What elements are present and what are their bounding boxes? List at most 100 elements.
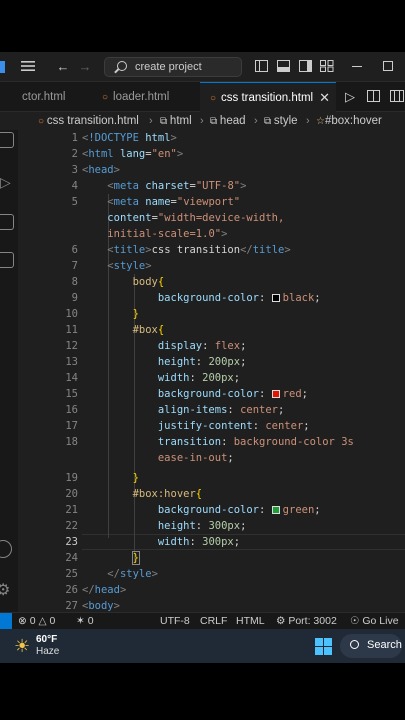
encoding-status[interactable]: UTF-8 <box>160 613 190 630</box>
code-line: <html lang="en"> <box>82 148 184 160</box>
code-line: #box:hover{ <box>132 488 203 500</box>
code-line: width: 200px; <box>157 372 241 384</box>
code-line: <body> <box>82 600 120 612</box>
color-swatch-green[interactable] <box>271 506 280 514</box>
code-line: <title>css transition</title> <box>107 244 291 256</box>
line-number: 19 <box>65 472 78 484</box>
search-label: create project <box>135 61 202 73</box>
search-icon <box>350 640 359 649</box>
code-line: background-color: red; <box>157 388 308 400</box>
remote-explorer-icon[interactable] <box>0 214 14 230</box>
minimize-icon[interactable] <box>350 60 364 73</box>
line-number: 6 <box>71 244 78 256</box>
code-line: } <box>132 308 139 320</box>
code-line: <style> <box>107 260 152 272</box>
activity-bar: ▷ ⚙ <box>0 130 18 612</box>
tab-label: ctor.html <box>22 91 66 103</box>
line-number: 4 <box>71 180 78 192</box>
code-line: initial-scale=1.0"> <box>107 228 228 240</box>
line-number: 22 <box>65 520 78 532</box>
forward-arrow-icon[interactable]: → <box>78 60 92 73</box>
code-line: #box{ <box>132 324 165 336</box>
vscode-logo-icon <box>0 61 5 73</box>
code-line: content="width=device-width, <box>107 212 285 224</box>
breadcrumb-style[interactable]: ⧉ style <box>264 112 298 130</box>
code-line: justify-content: center; <box>157 420 310 432</box>
code-line: </style> <box>107 568 158 580</box>
port-status[interactable]: ⚙ Port: 3002 <box>276 613 337 630</box>
chevron-right-icon: › <box>254 115 258 127</box>
temperature-label: 60°F <box>36 634 58 645</box>
color-swatch-red[interactable] <box>271 390 280 398</box>
line-number: 17 <box>65 420 78 432</box>
chevron-right-icon: › <box>149 115 153 127</box>
go-live-button[interactable]: ☉ Go Live <box>350 613 399 630</box>
toggle-secondary-sidebar-icon[interactable] <box>298 60 312 73</box>
code-line: <!DOCTYPE html> <box>82 132 177 144</box>
line-number: 5 <box>71 196 78 208</box>
settings-gear-icon[interactable]: ⚙ <box>0 580 10 600</box>
split-editor-icon[interactable] <box>366 90 380 103</box>
toggle-panel-icon[interactable] <box>276 60 290 73</box>
windows-start-icon[interactable] <box>315 638 332 655</box>
menu-icon[interactable] <box>21 60 35 73</box>
account-icon[interactable] <box>0 540 12 558</box>
taskbar-search-button[interactable]: Search <box>340 634 402 658</box>
toggle-primary-sidebar-icon[interactable] <box>254 60 268 73</box>
tab-label: css transition.html <box>221 92 314 104</box>
html-file-icon: ○ <box>210 93 217 104</box>
ports-indicator[interactable]: ✶ 0 <box>76 613 94 630</box>
maximize-icon[interactable] <box>381 60 395 73</box>
code-editor[interactable]: 1 2 3 4 5 6 7 8 9 10 11 12 13 14 15 16 1… <box>18 130 405 612</box>
broadcast-icon: ☉ <box>350 615 360 627</box>
command-center-search[interactable]: create project <box>104 57 242 77</box>
taskbar-search-label: Search <box>367 639 402 651</box>
weather-widget[interactable]: ☀ 60°F Haze <box>12 633 92 659</box>
language-status[interactable]: HTML <box>236 613 265 630</box>
color-swatch-black[interactable] <box>271 294 280 302</box>
remote-indicator[interactable] <box>0 613 12 630</box>
line-number: 13 <box>65 356 78 368</box>
breadcrumb-file[interactable]: ○ css transition.html <box>38 112 139 130</box>
back-arrow-icon[interactable]: ← <box>56 60 70 73</box>
line-number: 21 <box>65 504 78 516</box>
antenna-icon: ✶ <box>76 615 85 627</box>
code-line: } <box>131 551 140 565</box>
line-number: 14 <box>65 372 78 384</box>
line-number: 24 <box>65 552 78 564</box>
line-number: 27 <box>65 600 78 612</box>
breadcrumb-html[interactable]: ⧉ html <box>160 112 192 130</box>
run-debug-icon[interactable]: ▷ <box>0 174 11 191</box>
breadcrumb-head[interactable]: ⧉ head <box>210 112 246 130</box>
extensions-icon[interactable] <box>0 252 14 268</box>
line-number: 11 <box>65 324 78 336</box>
code-line: body{ <box>132 276 165 288</box>
chevron-right-icon: › <box>306 115 310 127</box>
customize-layout-icon[interactable] <box>320 60 334 73</box>
code-line: height: 300px; <box>157 520 247 532</box>
line-number: 8 <box>71 276 78 288</box>
line-number: 10 <box>65 308 78 320</box>
status-bar: ⊗ 0 △ 0 ✶ 0 UTF-8 CRLF HTML ⚙ Port: 3002… <box>0 612 405 630</box>
chevron-right-icon: › <box>200 115 204 127</box>
code-line: ease-in-out; <box>157 452 234 464</box>
breadcrumb: ○ css transition.html › ⧉ html › ⧉ head … <box>0 112 405 130</box>
code-line: transition: background-color 3s <box>157 436 354 448</box>
line-number: 3 <box>71 164 78 176</box>
eol-status[interactable]: CRLF <box>200 613 227 630</box>
code-line: <head> <box>82 164 120 176</box>
tab-ctor-html[interactable]: ctor.html <box>22 82 102 112</box>
tab-loader-html[interactable]: ○ loader.html <box>102 82 200 112</box>
line-number: 7 <box>71 260 78 272</box>
element-icon: ⧉ <box>210 116 220 127</box>
more-actions-icon[interactable] <box>390 90 404 103</box>
line-number-current: 23 <box>65 536 78 548</box>
code-line: </head> <box>82 584 127 596</box>
run-icon[interactable]: ▷ <box>343 90 357 103</box>
code-line: height: 200px; <box>157 356 247 368</box>
breadcrumb-selector[interactable]: ☆#box:hover <box>316 112 382 130</box>
source-control-icon[interactable] <box>0 132 14 148</box>
close-tab-icon[interactable]: ✕ <box>319 83 330 113</box>
problems-indicator[interactable]: ⊗ 0 △ 0 <box>18 613 55 630</box>
tab-css-transition-html[interactable]: ○ css transition.html ✕ <box>200 82 336 112</box>
